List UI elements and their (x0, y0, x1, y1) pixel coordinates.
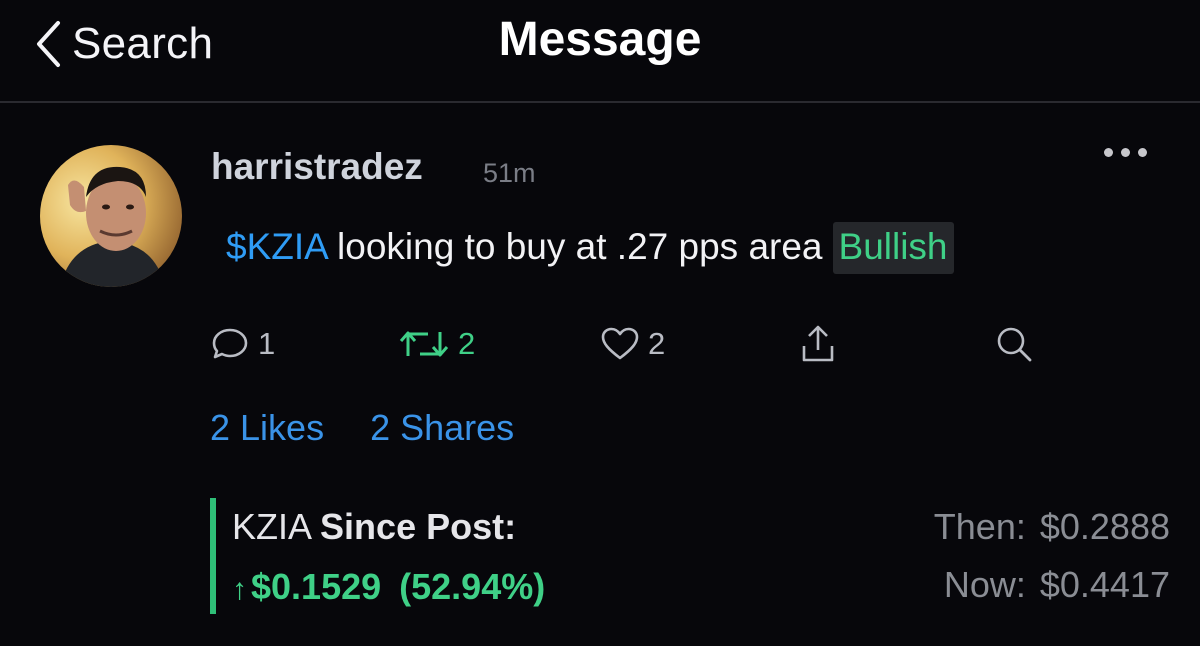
then-price: Then: $0.2888 (934, 506, 1170, 548)
page-title: Message (498, 13, 702, 66)
comment-icon (212, 328, 248, 359)
username[interactable]: harristradez (211, 146, 423, 188)
change-percent: (52.94%) (399, 566, 546, 607)
reshare-count: 2 (458, 326, 476, 361)
heart-icon (601, 327, 639, 360)
performance-ticker: KZIA (232, 506, 311, 547)
more-options-icon[interactable] (1104, 140, 1160, 164)
likes-link[interactable]: 2 Likes (210, 407, 324, 449)
post-body: $KZIA looking to buy at .27 pps area Bull… (226, 222, 954, 274)
now-label: Now: (943, 564, 1026, 605)
then-value: $0.2888 (1039, 506, 1170, 547)
avatar[interactable] (40, 145, 182, 287)
share-icon (802, 325, 834, 362)
shares-link[interactable]: 2 Shares (370, 407, 514, 449)
change-amount: $0.1529 (251, 566, 382, 607)
performance-title: KZIA Since Post: (232, 506, 516, 548)
reply-button[interactable]: 1 (208, 322, 275, 366)
since-post-label: Since Post: (320, 506, 517, 547)
like-count: 2 (648, 326, 666, 361)
sentiment-badge: Bullish (832, 222, 954, 274)
cashtag-link[interactable]: $KZIA (226, 226, 327, 267)
reply-count: 1 (258, 326, 276, 361)
then-label: Then: (933, 506, 1026, 547)
nav-bar: Search Message (0, 0, 1200, 102)
now-value: $0.4417 (1039, 564, 1170, 605)
action-bar: 1 2 2 (0, 322, 1200, 372)
price-performance-card[interactable]: KZIA Since Post: ↑ $0.1529 (52.94%) Then: $… (210, 498, 1170, 616)
reshare-icon (399, 331, 449, 357)
price-change: ↑ $0.1529 (52.94%) (232, 566, 545, 608)
performance-indicator-bar (210, 498, 216, 614)
search-icon (997, 327, 1032, 362)
like-button[interactable]: 2 (598, 322, 665, 366)
up-arrow-icon: ↑ (232, 573, 247, 606)
now-price: Now: $0.4417 (944, 564, 1170, 606)
post-text: looking to buy at .27 pps area (326, 226, 823, 267)
search-button[interactable] (992, 322, 1036, 366)
post-time: 51m (483, 158, 536, 188)
header-divider (0, 101, 1200, 103)
engagement-links: 2 Likes 2 Shares (210, 407, 514, 449)
reshare-button[interactable]: 2 (396, 322, 475, 366)
share-button[interactable] (796, 322, 840, 366)
